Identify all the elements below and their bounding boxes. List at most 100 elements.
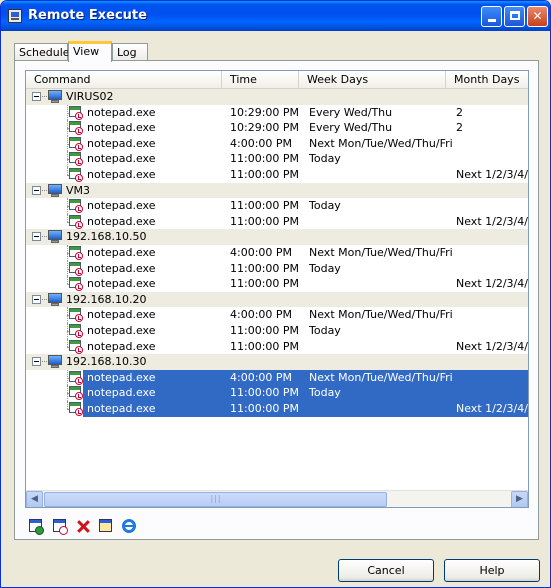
week-days-cell: Every Wed/Thu xyxy=(309,105,393,119)
collapse-icon[interactable] xyxy=(32,185,41,195)
help-button[interactable]: Help xyxy=(444,559,540,582)
internet-explorer-icon[interactable] xyxy=(119,517,138,536)
column-week-days[interactable]: Week Days xyxy=(299,71,446,89)
month-days-cell: 2 xyxy=(456,105,463,119)
computer-icon xyxy=(47,183,63,198)
arrow-right-icon: ▶ xyxy=(516,494,523,504)
task-row[interactable]: notepad.exe 11:00:00 PM Today xyxy=(26,323,528,339)
task-row[interactable]: notepad.exe 4:00:00 PM Next Mon/Tue/Wed/Th… xyxy=(26,369,528,386)
task-row[interactable]: notepad.exe 4:00:00 PM Next Mon/Tue/Wed/Th… xyxy=(26,307,528,323)
scheduled-task-icon xyxy=(69,276,83,292)
minimize-icon xyxy=(487,19,496,22)
month-days-cell: Next 1/2/3/4/5 xyxy=(456,339,529,353)
task-row[interactable]: notepad.exe 11:00:00 PM Today xyxy=(26,260,528,277)
title-bar[interactable]: Remote Execute ✕ xyxy=(1,1,550,31)
close-button[interactable]: ✕ xyxy=(527,6,548,27)
column-command[interactable]: Command xyxy=(26,71,222,89)
group-row[interactable]: VM3 xyxy=(26,182,528,199)
scheduled-task-icon xyxy=(69,323,83,338)
task-tree-list[interactable]: Command Time Week Days Month Days VIRUS0… xyxy=(25,70,529,508)
collapse-icon[interactable] xyxy=(32,92,41,101)
tree-line xyxy=(67,338,68,347)
tab-schedule[interactable]: Schedule xyxy=(14,43,70,61)
group-name: VM3 xyxy=(66,183,91,197)
horizontal-scrollbar[interactable]: ◀ ▶ xyxy=(26,490,528,507)
scheduled-task-icon xyxy=(69,385,83,401)
week-days-cell: Next Mon/Tue/Wed/Thu/Fri xyxy=(309,370,453,384)
schedule-icon[interactable] xyxy=(27,517,46,536)
scheduled-task-icon xyxy=(69,339,83,354)
tree-line xyxy=(67,401,68,409)
scheduled-task-icon xyxy=(69,401,83,416)
task-row[interactable]: notepad.exe 11:00:00 PM Today xyxy=(26,151,528,167)
scheduled-task-icon xyxy=(69,120,83,136)
delete-icon[interactable] xyxy=(74,517,93,536)
group-row[interactable]: 192.168.10.30 xyxy=(26,354,528,370)
command-cell: notepad.exe xyxy=(87,136,156,150)
week-days-cell: Next Mon/Tue/Wed/Thu/Fri xyxy=(309,246,453,259)
tree-line xyxy=(67,167,68,175)
command-cell: notepad.exe xyxy=(87,370,156,384)
time-cell: 11:00:00 PM xyxy=(230,199,300,213)
scheduled-task-icon xyxy=(69,151,83,167)
scroll-left-button[interactable]: ◀ xyxy=(26,491,43,507)
time-cell: 11:00:00 PM xyxy=(230,324,300,337)
scheduled-task-icon xyxy=(69,198,83,214)
tab-view[interactable]: View xyxy=(68,41,112,62)
properties-icon[interactable] xyxy=(97,517,116,536)
command-cell: notepad.exe xyxy=(87,386,156,400)
column-month-days[interactable]: Month Days xyxy=(446,71,528,89)
task-row[interactable]: notepad.exe 11:00:00 PM Next 1/2/3/4/5 xyxy=(26,401,528,417)
group-name: 192.168.10.20 xyxy=(66,292,147,306)
close-icon: ✕ xyxy=(532,9,543,23)
time-cell: 10:29:00 PM xyxy=(230,121,300,135)
command-cell: notepad.exe xyxy=(87,402,156,415)
time-cell: 11:00:00 PM xyxy=(230,386,300,400)
task-row[interactable]: notepad.exe 10:29:00 PM Every Wed/Thu 2 xyxy=(26,104,528,121)
task-row[interactable]: notepad.exe 4:00:00 PM Next Mon/Tue/Wed/Th… xyxy=(26,245,528,261)
time-cell: 4:00:00 PM xyxy=(230,246,293,259)
command-cell: notepad.exe xyxy=(87,168,156,181)
collapse-icon[interactable] xyxy=(32,294,41,304)
collapse-icon[interactable] xyxy=(32,232,41,242)
add-task-icon[interactable] xyxy=(51,517,70,536)
task-row[interactable]: notepad.exe 11:00:00 PM Next 1/2/3/4/5 xyxy=(26,276,528,292)
computer-icon xyxy=(47,292,63,307)
scheduled-task-icon xyxy=(69,105,83,120)
arrow-left-icon: ◀ xyxy=(31,494,38,504)
task-row[interactable]: notepad.exe 11:00:00 PM Next 1/2/3/4/5 xyxy=(26,167,528,183)
command-cell: notepad.exe xyxy=(87,324,156,337)
column-time[interactable]: Time xyxy=(222,71,299,89)
time-cell: 4:00:00 PM xyxy=(230,370,293,384)
remote-execute-window: Remote Execute ✕ Schedule View Log Comma… xyxy=(0,0,551,588)
scroll-right-button[interactable]: ▶ xyxy=(511,491,528,507)
minimize-button[interactable] xyxy=(481,6,502,27)
scroll-thumb[interactable] xyxy=(44,492,387,507)
week-days-cell: Next Mon/Tue/Wed/Thu/Fri xyxy=(309,136,453,150)
month-days-cell: Next 1/2/3/4/5 xyxy=(456,168,529,181)
time-cell: 11:00:00 PM xyxy=(230,152,300,166)
scheduled-task-icon xyxy=(69,261,83,276)
group-row[interactable]: VIRUS02 xyxy=(26,89,528,105)
command-cell: notepad.exe xyxy=(87,199,156,213)
task-row[interactable]: notepad.exe 11:00:00 PM Next 1/2/3/4/5 xyxy=(26,213,528,230)
computer-icon xyxy=(47,90,63,104)
task-row[interactable]: notepad.exe 10:29:00 PM Every Wed/Thu 2 xyxy=(26,120,528,136)
task-row[interactable]: notepad.exe 11:00:00 PM Next 1/2/3/4/5 xyxy=(26,338,529,355)
time-cell: 11:00:00 PM xyxy=(230,402,300,415)
tab-log[interactable]: Log xyxy=(112,43,148,61)
task-row[interactable]: notepad.exe 11:00:00 PM Today xyxy=(26,385,528,401)
task-row[interactable]: notepad.exe 11:00:00 PM Today xyxy=(26,198,528,214)
group-row[interactable]: 192.168.10.20 xyxy=(26,291,528,308)
task-row[interactable]: notepad.exe 4:00:00 PM Next Mon/Tue/Wed/Th… xyxy=(26,135,528,152)
week-days-cell: Today xyxy=(309,324,341,337)
cancel-button[interactable]: Cancel xyxy=(338,559,434,582)
scheduled-task-icon xyxy=(69,136,83,151)
scheduled-task-icon xyxy=(69,245,83,260)
group-row[interactable]: 192.168.10.50 xyxy=(26,229,528,245)
time-cell: 10:29:00 PM xyxy=(230,105,300,119)
collapse-icon[interactable] xyxy=(32,357,41,367)
maximize-button[interactable] xyxy=(504,6,525,27)
column-header: Command Time Week Days Month Days xyxy=(26,71,528,89)
week-days-cell: Today xyxy=(309,199,341,213)
